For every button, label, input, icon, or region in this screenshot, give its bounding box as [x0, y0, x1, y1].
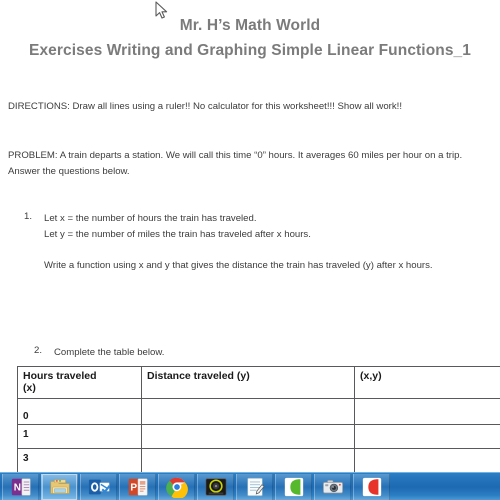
powerpoint-icon: P: [128, 477, 147, 496]
folder-icon: [50, 479, 69, 494]
table-row: 0: [17, 398, 500, 425]
document-header: Mr. H’s Math World Exercises Writing and…: [0, 0, 500, 64]
question-2-marker: 2.: [34, 345, 43, 356]
table-cell-y-value: [147, 428, 349, 429]
table-cell-xy-value: [360, 428, 500, 429]
taskbar-button-powerpoint[interactable]: P: [119, 473, 156, 500]
question-2-prompt: Complete the table below.: [54, 347, 165, 358]
svg-text:P: P: [130, 482, 137, 493]
outlook-icon: [88, 479, 110, 494]
onenote-icon: N: [11, 477, 30, 496]
table-cell-xy[interactable]: [354, 448, 500, 472]
chrome-icon: [165, 477, 188, 498]
taskbar-button-file-explorer[interactable]: [41, 473, 78, 500]
notepad-icon: [246, 477, 265, 496]
windows-taskbar: N P: [0, 472, 500, 500]
document-page: Mr. H’s Math World Exercises Writing and…: [0, 0, 500, 472]
camera-icon: [322, 479, 343, 493]
values-table: Hours traveled (x) Distance traveled (y)…: [17, 366, 500, 472]
page-subtitle: Exercises Writing and Graphing Simple Li…: [29, 42, 471, 59]
table-cell-x[interactable]: 1: [17, 424, 142, 449]
taskbar-button-outlook[interactable]: [80, 473, 117, 500]
table-cell-x-value: 0: [23, 411, 29, 422]
table-cell-xy-value: [360, 402, 500, 411]
table-header-distance: Distance traveled (y): [141, 366, 355, 399]
table-header-row: Hours traveled (x) Distance traveled (y)…: [17, 366, 500, 399]
question-1-prompt: Write a function using x and y that give…: [44, 260, 433, 271]
table-cell-y[interactable]: [141, 448, 355, 472]
taskbar-button-snagit[interactable]: [314, 473, 351, 500]
table-row: 1: [17, 424, 500, 449]
taskbar-button-media-player[interactable]: [197, 473, 234, 500]
question-1-line-2: Let y = the number of miles the train ha…: [44, 228, 311, 240]
table-row: 3: [17, 448, 500, 472]
taskbar-button-onenote[interactable]: N: [2, 473, 39, 500]
question-1-definitions: Let x = the number of hours the train ha…: [44, 211, 490, 242]
table-cell-x-value: 3: [23, 453, 29, 464]
problem-paragraph: PROBLEM: A train departs a station. We w…: [8, 150, 463, 177]
table-cell-y-value: [147, 452, 349, 453]
table-cell-xy[interactable]: [354, 424, 500, 449]
table-cell-x[interactable]: 0: [17, 398, 142, 425]
directions-paragraph: DIRECTIONS: Draw all lines using a ruler…: [8, 101, 403, 112]
table-cell-xy[interactable]: [354, 398, 500, 425]
table-header-coordinate: (x,y): [354, 366, 500, 399]
table-cell-y[interactable]: [141, 424, 355, 449]
table-header-hours-line2: (x): [23, 382, 36, 394]
taskbar-button-notepad[interactable]: [236, 473, 273, 500]
question-1-marker: 1.: [24, 211, 33, 222]
table-cell-xy-value: [360, 452, 500, 453]
table-cell-y[interactable]: [141, 398, 355, 425]
table-header-hours: Hours traveled (x): [17, 366, 142, 399]
svg-text:N: N: [13, 482, 20, 493]
table-header-hours-line1: Hours traveled: [23, 370, 97, 382]
page-title: Mr. H’s Math World: [179, 17, 321, 34]
camtasia-red-icon: [362, 477, 381, 496]
table-cell-x[interactable]: 3: [17, 448, 142, 472]
camtasia-green-icon: [284, 477, 303, 496]
taskbar-button-chrome[interactable]: [158, 473, 195, 500]
media-player-icon: [205, 477, 226, 496]
taskbar-button-camtasia-recorder[interactable]: [353, 473, 390, 500]
table-cell-x-value: 1: [23, 429, 29, 440]
taskbar-button-camtasia[interactable]: [275, 473, 312, 500]
question-1-line-1: Let x = the number of hours the train ha…: [44, 213, 257, 224]
table-cell-y-value: [147, 402, 349, 411]
